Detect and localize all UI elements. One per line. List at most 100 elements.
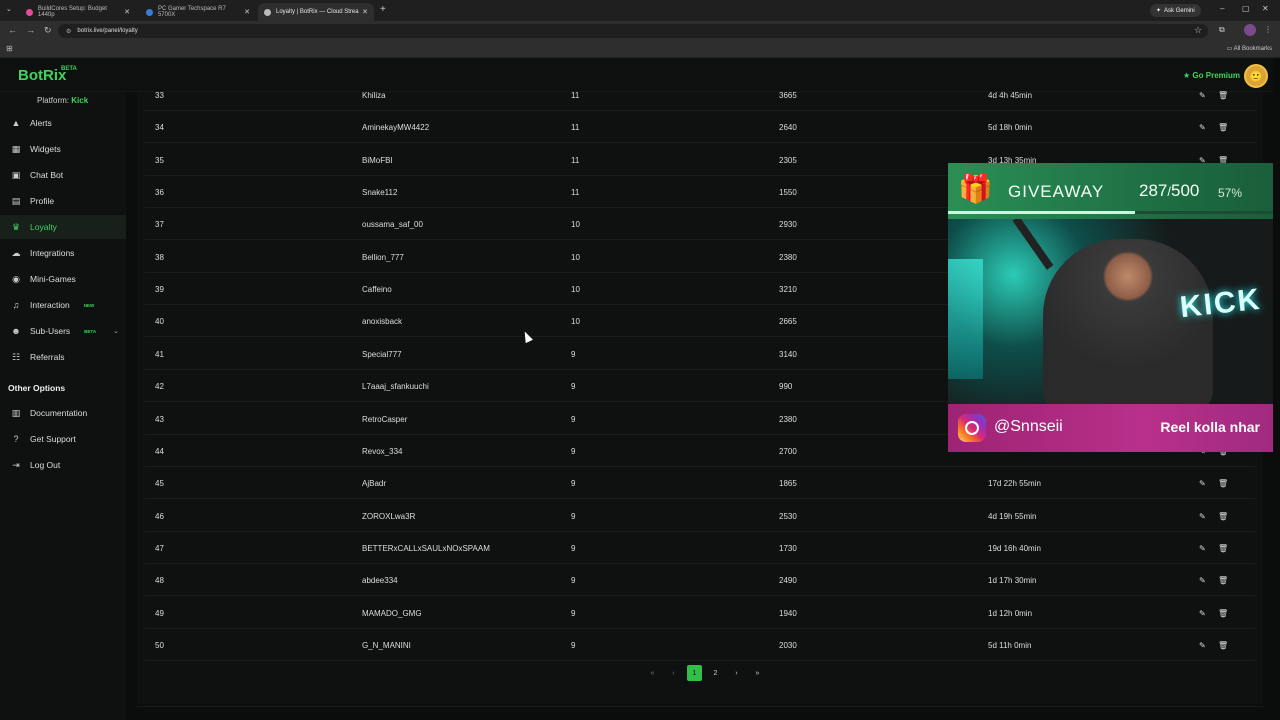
browser-tab-loyalty[interactable]: Loyalty | BotRix — Cloud Strea ✕ (258, 3, 374, 21)
close-tab-icon[interactable]: ✕ (362, 8, 368, 16)
sidebar-item-documentation[interactable]: ▥ Documentation (0, 401, 126, 425)
favicon-icon (26, 8, 33, 16)
apps-icon[interactable]: ⊞ (6, 44, 13, 53)
level-cell: 11 (571, 91, 580, 100)
username-cell: AjBadr (362, 479, 387, 489)
username-cell: oussama_saf_00 (362, 220, 423, 230)
tab-list-icon[interactable]: ⌄ (6, 5, 16, 15)
sidebar-item-sub-users[interactable]: ☻ Sub-Users BETA ⌄ (0, 319, 126, 343)
minimize-icon[interactable]: – (1220, 4, 1224, 13)
sidebar: Platform: Kick ▲ Alerts ▦ Widgets ▣ Chat… (0, 92, 126, 720)
referrals-icon: ☷ (11, 351, 21, 362)
rank-cell: 41 (155, 349, 164, 359)
giveaway-progress-fill (948, 211, 1135, 214)
logout-icon: ⇥ (12, 459, 20, 470)
points-cell: 1730 (779, 543, 797, 553)
edit-icon[interactable]: ✎ (1199, 512, 1206, 521)
delete-icon[interactable]: 🗑 (1218, 544, 1228, 553)
botrix-logo[interactable]: BotRix BETA (18, 66, 77, 84)
sidebar-item-widgets[interactable]: ▦ Widgets (0, 137, 126, 161)
url-input[interactable]: ⚙ botrix.live/panel/loyalty (58, 24, 1208, 38)
close-tab-icon[interactable]: ✕ (124, 8, 130, 16)
sidebar-item-referrals[interactable]: ☷ Referrals (0, 345, 126, 369)
page-2-button[interactable]: 2 (708, 665, 723, 681)
all-bookmarks-link[interactable]: ▭ All Bookmarks (1227, 45, 1272, 52)
watchtime-cell: 1d 12h 0min (988, 608, 1033, 618)
sidebar-item-label: Sub-Users (30, 326, 71, 336)
sidebar-item-loyalty[interactable]: ♛ Loyalty (0, 215, 126, 239)
level-cell: 11 (571, 155, 580, 165)
edit-icon[interactable]: ✎ (1199, 479, 1206, 488)
delete-icon[interactable]: 🗑 (1218, 123, 1228, 132)
forward-icon[interactable]: → (26, 25, 35, 35)
level-cell: 9 (571, 349, 576, 359)
level-cell: 11 (571, 123, 580, 133)
maximize-icon[interactable]: ▢ (1242, 4, 1250, 13)
giveaway-banner: 🎁 GIVEAWAY 287/500 57% (948, 163, 1276, 219)
level-cell: 10 (571, 317, 580, 327)
delete-icon[interactable]: 🗑 (1218, 576, 1228, 585)
username-cell: L7aaaj_sfankuuchi (362, 382, 429, 392)
stream-overlay: 🎁 GIVEAWAY 287/500 57% KICK @Snnseii Ree… (948, 163, 1276, 452)
giveaway-total: 500 (1171, 181, 1200, 200)
sidebar-item-chat-bot[interactable]: ▣ Chat Bot (0, 163, 126, 187)
gamepad-icon: ◉ (12, 273, 20, 284)
browser-tab-buildcores[interactable]: BuildCores Setup: Budget 1440p ✕ (20, 3, 136, 21)
sidebar-item-profile[interactable]: ▤ Profile (0, 189, 126, 213)
browser-tab-pcgamer[interactable]: PC Gamer Techspace R7 5700X ✕ (140, 3, 256, 21)
back-icon[interactable]: ← (8, 25, 17, 35)
sidebar-item-label: Integrations (30, 248, 75, 258)
site-info-icon[interactable]: ⚙ (66, 28, 71, 35)
sidebar-item-alerts[interactable]: ▲ Alerts (0, 111, 126, 135)
delete-icon[interactable]: 🗑 (1218, 91, 1228, 100)
level-cell: 9 (571, 414, 576, 424)
prev-page-button[interactable]: ‹ (666, 665, 681, 681)
points-cell: 3210 (779, 285, 797, 295)
delete-icon[interactable]: 🗑 (1218, 479, 1228, 488)
close-tab-icon[interactable]: ✕ (244, 8, 250, 16)
delete-icon[interactable]: 🗑 (1218, 512, 1228, 521)
edit-icon[interactable]: ✎ (1199, 641, 1206, 650)
page-1-button[interactable]: 1 (687, 665, 702, 681)
delete-icon[interactable]: 🗑 (1218, 609, 1228, 618)
rank-cell: 47 (155, 543, 164, 553)
sidebar-item-integrations[interactable]: ☁ Integrations (0, 241, 126, 265)
divider (137, 706, 1263, 707)
reload-icon[interactable]: ↻ (44, 25, 52, 36)
next-page-button[interactable]: › (729, 665, 744, 681)
extensions-icon[interactable]: ⧉ (1219, 25, 1225, 35)
delete-icon[interactable]: 🗑 (1218, 641, 1228, 650)
browser-profile-avatar[interactable] (1244, 24, 1256, 36)
username-cell: BiMoFBI (362, 155, 393, 165)
page-scrollbar[interactable] (1273, 58, 1280, 720)
last-page-button[interactable]: » (750, 665, 765, 681)
giveaway-percent: 57% (1218, 186, 1243, 200)
chevron-down-icon[interactable]: ⌄ (113, 327, 119, 335)
sidebar-item-log-out[interactable]: ⇥ Log Out (0, 453, 126, 477)
points-cell: 3140 (779, 349, 797, 359)
sidebar-item-get-support[interactable]: ? Get Support (0, 427, 126, 451)
edit-icon[interactable]: ✎ (1199, 91, 1206, 100)
edit-icon[interactable]: ✎ (1199, 123, 1206, 132)
edit-icon[interactable]: ✎ (1199, 576, 1206, 585)
sidebar-item-label: Profile (30, 196, 55, 206)
sidebar-item-interaction[interactable]: ♫ Interaction NEW (0, 293, 126, 317)
rank-cell: 40 (155, 317, 164, 327)
edit-icon[interactable]: ✎ (1199, 544, 1206, 553)
browser-menu-icon[interactable]: ⋮ (1264, 25, 1272, 34)
rank-cell: 50 (155, 640, 164, 650)
sidebar-item-mini-games[interactable]: ◉ Mini-Games (0, 267, 126, 291)
edit-icon[interactable]: ✎ (1199, 609, 1206, 618)
ask-gemini-button[interactable]: ✦ Ask Gemini (1150, 4, 1201, 17)
platform-value: Kick (71, 96, 89, 105)
first-page-button[interactable]: « (645, 665, 660, 681)
points-cell: 2700 (779, 446, 797, 456)
id-card-icon: ▤ (11, 195, 21, 206)
username-cell: Bellion_777 (362, 252, 404, 262)
rank-cell: 34 (155, 123, 164, 133)
rank-cell: 37 (155, 220, 164, 230)
window-close-icon[interactable]: ✕ (1262, 4, 1269, 13)
bookmark-star-icon[interactable]: ☆ (1194, 25, 1202, 36)
music-icon: ♫ (12, 300, 20, 310)
new-tab-icon[interactable]: + (380, 4, 386, 15)
